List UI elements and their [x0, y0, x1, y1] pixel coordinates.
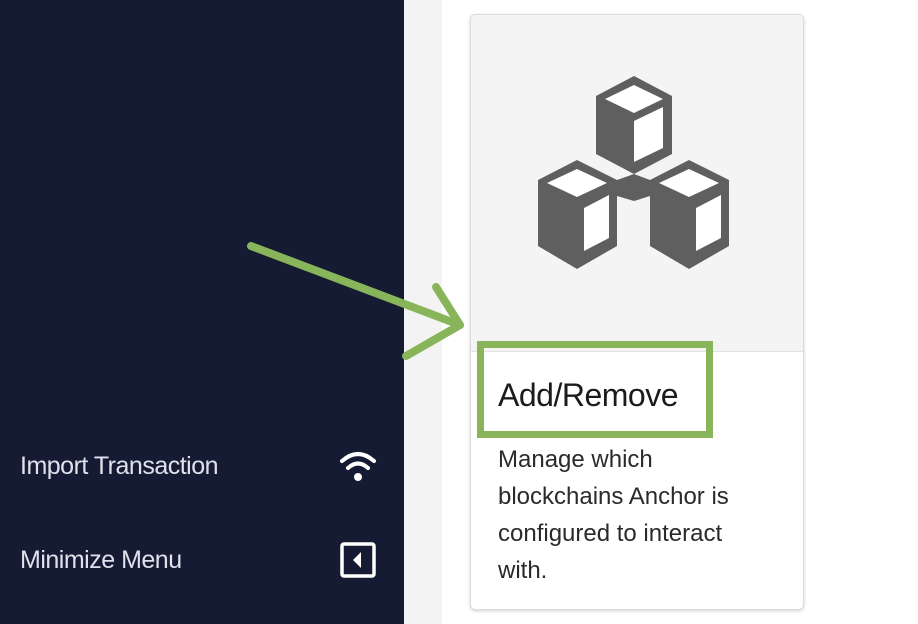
- add-remove-card[interactable]: Add/Remove Manage which blockchains Anch…: [470, 14, 804, 610]
- sidebar: Import Transaction Minimize Menu: [0, 0, 404, 624]
- sidebar-item-minimize-menu[interactable]: Minimize Menu: [20, 538, 380, 582]
- card-media: [471, 15, 803, 352]
- card-description: Manage which blockchains Anchor is confi…: [498, 446, 729, 584]
- sidebar-item-label: Minimize Menu: [20, 545, 182, 574]
- card-title: Add/Remove: [498, 377, 678, 413]
- sidebar-item-import-transaction[interactable]: Import Transaction: [20, 444, 380, 488]
- sidebar-item-label: Import Transaction: [20, 451, 219, 480]
- wifi-icon: [336, 444, 380, 488]
- collapse-left-icon: [336, 538, 380, 582]
- gutter: [404, 0, 442, 624]
- cubes-icon: [517, 75, 757, 291]
